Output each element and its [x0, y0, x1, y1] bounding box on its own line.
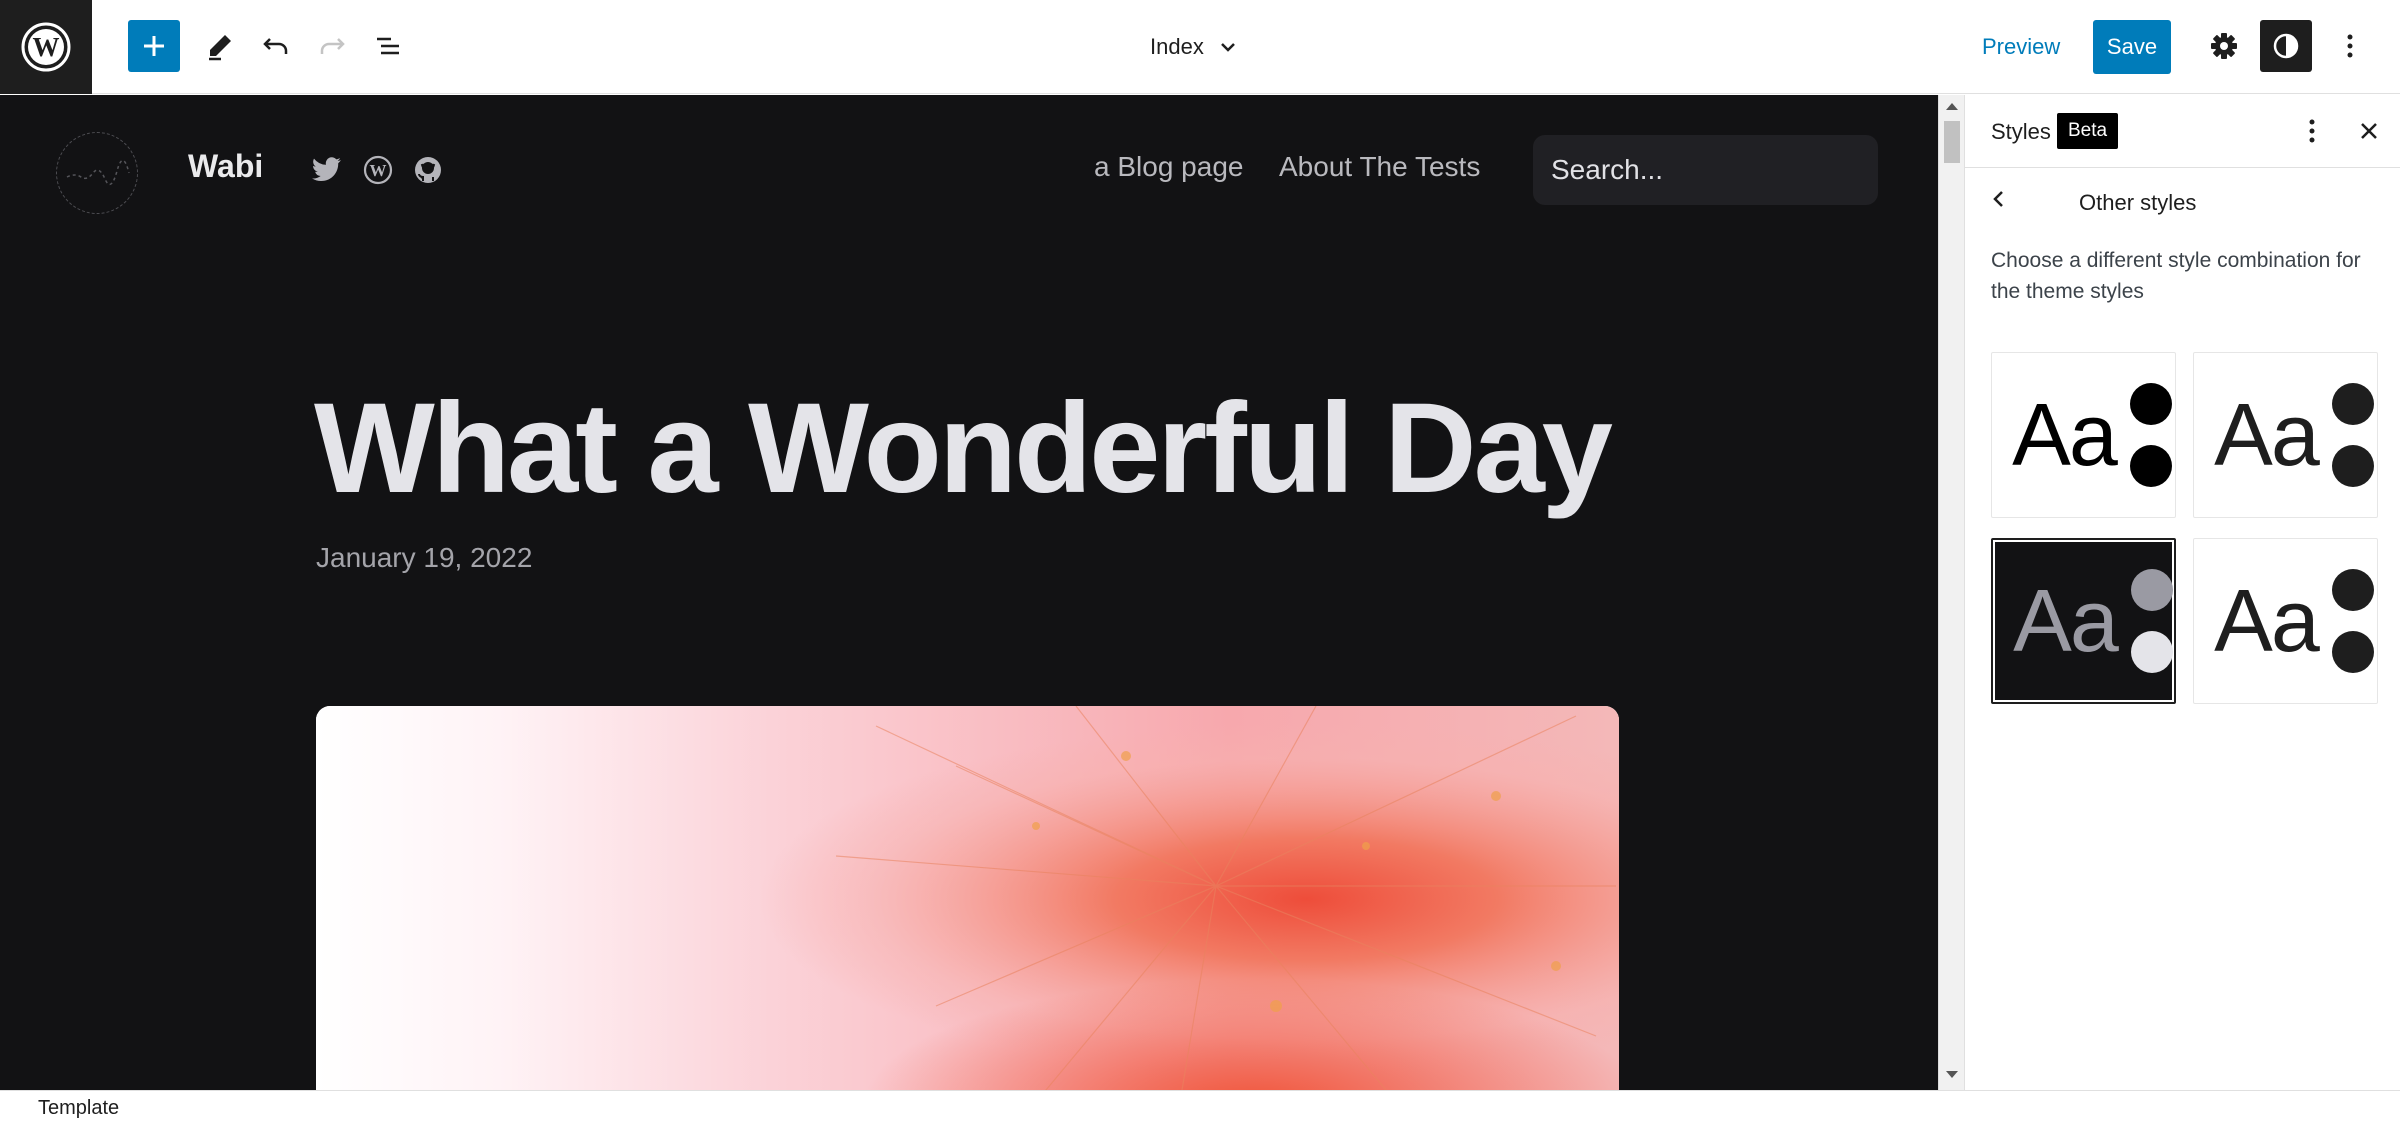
svg-text:W: W: [33, 32, 60, 62]
back-button[interactable]: [1979, 179, 2019, 219]
styles-sidebar: Styles Beta Other styles Choose a differ…: [1964, 95, 2400, 1090]
site-title[interactable]: Wabi: [188, 148, 263, 185]
github-icon: [415, 157, 441, 183]
pencil-icon: [209, 35, 231, 61]
palette-swatch-1: [2131, 569, 2173, 611]
logo-wave-icon: [66, 159, 130, 186]
list-view-icon: [377, 37, 399, 55]
template-selector[interactable]: Index: [1150, 24, 1238, 70]
redo-icon: [320, 38, 345, 54]
undo-button[interactable]: [250, 20, 302, 72]
chevron-left-icon: [1993, 191, 2003, 207]
post-date[interactable]: January 19, 2022: [316, 542, 532, 574]
template-name: Index: [1150, 34, 1204, 59]
style-variation-sample-text: Aa: [2013, 571, 2119, 670]
settings-button[interactable]: [2198, 20, 2250, 72]
chevron-down-icon: [1220, 43, 1235, 52]
editor-canvas[interactable]: Wabi W a Blog page About The Tests Searc…: [0, 95, 1938, 1090]
sidebar-options-button[interactable]: [2292, 111, 2332, 151]
social-link-wordpress[interactable]: W: [361, 153, 395, 187]
close-icon: [2361, 123, 2377, 139]
preview-button[interactable]: Preview: [1982, 26, 2060, 68]
palette-swatch-1: [2130, 383, 2172, 425]
palette-swatch-1: [2332, 569, 2374, 611]
scroll-down-arrow[interactable]: [1946, 1071, 1958, 1078]
palette-swatch-2: [2332, 445, 2374, 487]
style-variation-sample-text: Aa: [2012, 385, 2118, 484]
style-variation-2[interactable]: Aa: [2193, 352, 2378, 518]
style-variation-palette: [2332, 383, 2374, 487]
panel-description: Choose a different style combination for…: [1991, 249, 2361, 303]
style-variation-sample-text: Aa: [2214, 385, 2320, 484]
style-variation-1[interactable]: Aa: [1991, 352, 2176, 518]
style-variation-4[interactable]: Aa: [2193, 538, 2378, 704]
options-menu-button[interactable]: [2324, 20, 2376, 72]
more-vertical-icon: [2309, 119, 2315, 143]
sidebar-header: Styles Beta: [1965, 95, 2400, 168]
wordpress-icon: W: [21, 22, 71, 72]
style-variation-palette: [2332, 569, 2374, 673]
list-view-button[interactable]: [362, 20, 414, 72]
breadcrumb[interactable]: Template: [38, 1097, 119, 1120]
beta-badge: Beta: [2057, 113, 2119, 149]
undo-icon: [263, 38, 288, 54]
wordpress-logo-button[interactable]: W: [0, 0, 92, 94]
site-logo[interactable]: [56, 132, 138, 214]
plus-icon: [144, 36, 164, 56]
more-vertical-icon: [2347, 34, 2353, 58]
social-link-github[interactable]: [411, 153, 445, 187]
palette-swatch-2: [2131, 631, 2173, 673]
gear-icon: [2211, 33, 2237, 59]
scroll-up-arrow[interactable]: [1946, 103, 1958, 110]
post-title[interactable]: What a Wonderful Day: [314, 375, 1613, 522]
editor-footer: Template: [0, 1090, 2400, 1125]
scroll-thumb[interactable]: [1944, 121, 1960, 163]
search-input[interactable]: Search...: [1533, 135, 1878, 205]
style-variation-3[interactable]: Aa: [1991, 538, 2176, 704]
contrast-icon: [2273, 33, 2299, 59]
styles-button[interactable]: [2260, 20, 2312, 72]
style-variation-palette: [2131, 569, 2173, 673]
edit-tool-button[interactable]: [194, 20, 246, 72]
social-link-twitter[interactable]: [310, 153, 344, 187]
style-variation-palette: [2130, 383, 2172, 487]
sidebar-title: Styles: [1991, 119, 2051, 144]
style-variation-sample-text: Aa: [2214, 571, 2320, 670]
nav-link-about[interactable]: About The Tests: [1279, 151, 1480, 183]
dandelion-image: [316, 706, 1619, 1090]
canvas-scrollbar[interactable]: [1938, 95, 1964, 1090]
palette-swatch-2: [2130, 445, 2172, 487]
palette-swatch-2: [2332, 631, 2374, 673]
save-button[interactable]: Save: [2093, 20, 2171, 74]
editor-header: W Index Preview Save: [0, 0, 2400, 94]
close-sidebar-button[interactable]: [2349, 111, 2389, 151]
palette-swatch-1: [2332, 383, 2374, 425]
add-block-button[interactable]: [128, 20, 180, 72]
redo-button[interactable]: [306, 20, 358, 72]
featured-image[interactable]: [316, 706, 1619, 1090]
nav-link-blog[interactable]: a Blog page: [1094, 151, 1243, 183]
svg-text:W: W: [370, 161, 387, 180]
twitter-icon: [312, 157, 341, 182]
panel-subtitle: Other styles: [2079, 190, 2197, 215]
wordpress-icon: W: [363, 155, 393, 185]
